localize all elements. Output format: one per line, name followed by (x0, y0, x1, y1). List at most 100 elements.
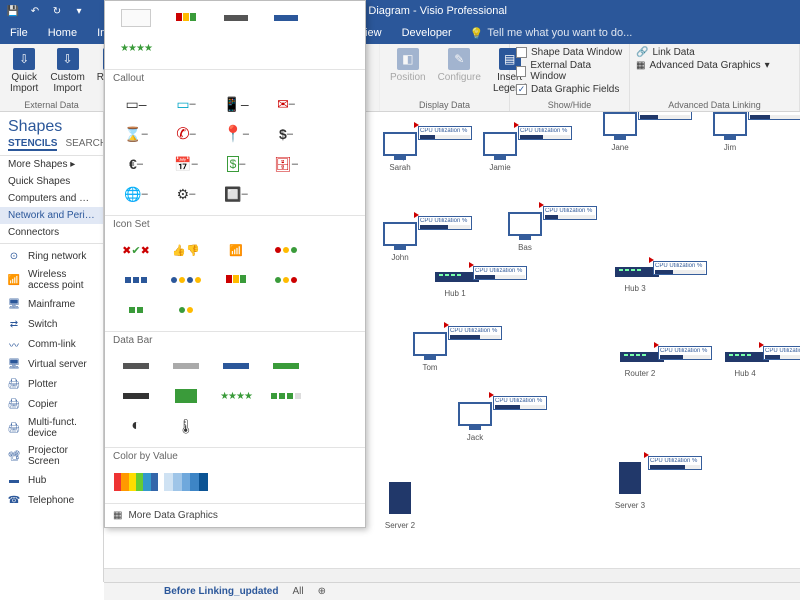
network-node-hub[interactable]: Hub 4 (725, 352, 765, 378)
gallery-item[interactable]: 📶 (211, 235, 261, 265)
network-node-pc[interactable]: Jane (600, 112, 640, 152)
gallery-item[interactable] (261, 235, 311, 265)
network-node-pc[interactable]: Sarah (380, 132, 420, 172)
network-node-hub[interactable]: Hub 1 (435, 272, 475, 298)
hub-icon (725, 352, 769, 362)
gallery-item[interactable] (161, 295, 211, 325)
stencil-connectors[interactable]: Connectors (0, 224, 103, 241)
gallery-item[interactable] (161, 351, 211, 381)
gallery-item[interactable]: ▭– (161, 89, 211, 119)
gallery-item[interactable]: $– (261, 119, 311, 149)
gallery-item[interactable]: ⌛– (111, 119, 161, 149)
horizontal-scrollbar[interactable] (104, 568, 800, 582)
gallery-item[interactable]: ◐ (111, 411, 161, 441)
tell-me-search[interactable]: 💡 Tell me what you want to do... (462, 22, 641, 44)
gallery-item[interactable]: €– (111, 149, 161, 179)
gallery-item[interactable] (161, 3, 211, 33)
gallery-item[interactable] (111, 265, 161, 295)
flag-icon (654, 342, 659, 348)
shape-item[interactable]: 📽Projector Screen (0, 442, 103, 470)
gallery-item[interactable]: ✆– (161, 119, 211, 149)
shape-item[interactable]: ☎Telephone (0, 490, 103, 510)
network-node-pc[interactable]: Bas (505, 212, 545, 252)
gallery-item[interactable]: 🗄– (261, 149, 311, 179)
gallery-item[interactable]: ✉– (261, 89, 311, 119)
shape-item[interactable]: ⇄Switch (0, 314, 103, 334)
shape-item[interactable]: 〰Comm-link (0, 334, 103, 354)
gallery-item[interactable]: 🌡 (161, 411, 211, 441)
network-node-pc[interactable]: Jim (710, 112, 750, 152)
stencil-network-peripherals[interactable]: Network and Peripherals (0, 207, 103, 224)
chk-data-graphic-fields[interactable]: ✓Data Graphic Fields (516, 83, 623, 96)
gallery-item[interactable]: $– (211, 149, 261, 179)
chk-external-data-window[interactable]: External Data Window (516, 59, 623, 83)
stencil-computers[interactable]: Computers and Monitors (0, 190, 103, 207)
qat-customize-icon[interactable]: ▾ (72, 4, 86, 18)
ribbon-group-label: External Data (0, 100, 103, 110)
gallery-item[interactable] (211, 351, 261, 381)
shape-item[interactable]: 🖨Multi-funct. device (0, 414, 103, 442)
gallery-item[interactable] (111, 381, 161, 411)
shape-item[interactable]: 📶Wireless access point (0, 266, 103, 294)
gallery-item[interactable]: ✖✔✖ (111, 235, 161, 265)
shape-item[interactable]: ⊙Ring network (0, 246, 103, 266)
gallery-item[interactable] (261, 351, 311, 381)
chk-shape-data-window[interactable]: Shape Data Window (516, 46, 623, 59)
network-node-pc[interactable]: John (380, 222, 420, 262)
sheet-tab-active[interactable]: Before Linking_updated (164, 586, 278, 597)
gallery-item[interactable]: 🌐– (111, 179, 161, 209)
shapes-tab-search[interactable]: SEARCH (65, 138, 104, 151)
save-button[interactable]: 💾 (6, 4, 20, 18)
shape-item[interactable]: 🖨Plotter (0, 374, 103, 394)
network-node-server[interactable]: Server 2 (380, 482, 420, 530)
gallery-item[interactable]: ⚙– (161, 179, 211, 209)
gallery-item[interactable] (211, 265, 261, 295)
ribbon-group-display-data: ◧Position ✎Configure ▤Insert Legend Disp… (380, 44, 510, 111)
network-node-hub[interactable]: Hub 3 (615, 267, 655, 293)
gallery-item[interactable] (161, 467, 211, 497)
network-node-hub[interactable]: Router 2 (620, 352, 660, 378)
new-sheet-button[interactable]: ⊕ (318, 586, 326, 597)
gallery-item[interactable]: 📅– (161, 149, 211, 179)
undo-button[interactable]: ↶ (28, 4, 42, 18)
gallery-item[interactable] (161, 265, 211, 295)
quick-import-button[interactable]: ⇩Quick Import (6, 46, 42, 96)
redo-button[interactable]: ↻ (50, 4, 64, 18)
stencil-more-shapes[interactable]: More Shapes ▸ (0, 156, 103, 173)
gallery-item[interactable] (111, 467, 161, 497)
gallery-item[interactable]: 📍– (211, 119, 261, 149)
tab-developer[interactable]: Developer (392, 22, 462, 44)
tab-file[interactable]: File (0, 22, 38, 44)
gallery-item-none[interactable] (111, 3, 161, 33)
more-data-graphics-button[interactable]: ▦ More Data Graphics (105, 503, 365, 527)
gallery-item[interactable] (261, 381, 311, 411)
sheet-tab-all[interactable]: All (292, 586, 303, 597)
custom-import-button[interactable]: ⇩Custom Import (46, 46, 88, 96)
gallery-item[interactable]: ▭– (111, 89, 161, 119)
shapes-tab-stencils[interactable]: STENCILS (8, 138, 57, 151)
shape-item[interactable]: ▬Hub (0, 470, 103, 490)
gallery-item[interactable] (261, 265, 311, 295)
gallery-item[interactable] (161, 381, 211, 411)
gallery-item[interactable]: ★★★★ (111, 33, 161, 63)
tab-home[interactable]: Home (38, 22, 87, 44)
gallery-item[interactable]: 🔲– (211, 179, 261, 209)
gallery-item[interactable]: 📱– (211, 89, 261, 119)
gallery-item[interactable] (111, 295, 161, 325)
advanced-data-graphics-button[interactable]: ▦Advanced Data Graphics ▾ (636, 59, 793, 72)
shape-item[interactable]: 🖨Copier (0, 394, 103, 414)
gallery-item[interactable] (111, 351, 161, 381)
network-node-pc[interactable]: Jamie (480, 132, 520, 172)
gallery-item[interactable]: 👍👎 (161, 235, 211, 265)
gallery-item[interactable] (261, 3, 311, 33)
network-node-pc[interactable]: Jack (455, 402, 495, 442)
gallery-item[interactable]: ★★★★ (211, 381, 261, 411)
shape-item[interactable]: 🖥Mainframe (0, 294, 103, 314)
shape-item[interactable]: 🖥Virtual server (0, 354, 103, 374)
gallery-item[interactable] (211, 3, 261, 33)
link-data-button[interactable]: 🔗Link Data (636, 46, 793, 59)
network-node-server[interactable]: Server 3 (610, 462, 650, 510)
stencil-quick-shapes[interactable]: Quick Shapes (0, 173, 103, 190)
network-node-pc[interactable]: Tom (410, 332, 450, 372)
checkbox-icon (516, 47, 527, 58)
